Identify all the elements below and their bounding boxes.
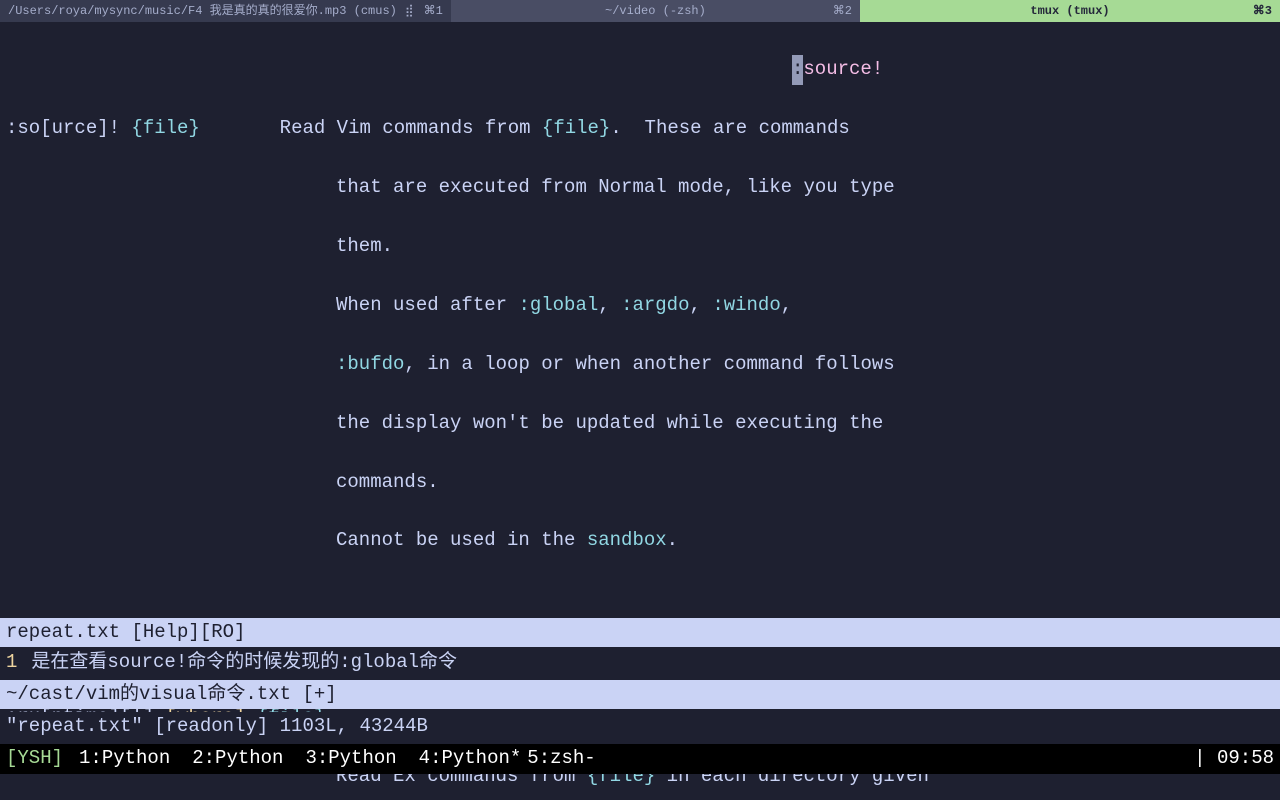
terminal-tab-3-active[interactable]: tmux (tmux) ⌘3 [860, 0, 1280, 22]
spinner-icon: ⣾ [405, 2, 414, 21]
buffer-text: 是在查看source!命令的时候发现的:global命令 [31, 651, 457, 673]
vim-message-line: "repeat.txt" [readonly] 1103L, 43244B [0, 712, 1280, 741]
terminal-tab-1[interactable]: /Users/roya/mysync/music/F4 我是真的真的很爱你.mp… [0, 0, 451, 22]
tmux-session-name: [YSH] [6, 744, 63, 773]
statusline-help-window: repeat.txt [Help][RO] [0, 618, 1280, 647]
tab-hotkey: ⌘2 [823, 2, 852, 21]
help-line: When used after :global, :argdo, :windo, [6, 291, 1274, 320]
help-line: Cannot be used in the sandbox. [6, 526, 1274, 555]
help-line: commands. [6, 468, 1274, 497]
buffer-line[interactable]: 1 是在查看source!命令的时候发现的:global命令 [0, 648, 1280, 677]
help-line: the display won't be updated while execu… [6, 409, 1274, 438]
tmux-window-4-active[interactable]: 4:Python* [419, 744, 522, 773]
tmux-window-3[interactable]: 3:Python [305, 744, 396, 773]
tab-hotkey: ⌘3 [1243, 2, 1272, 21]
statusline-main-buffer: ~/cast/vim的visual命令.txt [+] [0, 680, 1280, 709]
help-line [6, 585, 1274, 614]
tag-source-bang: source! [803, 58, 883, 80]
help-line: :source! [6, 55, 1274, 84]
line-number: 1 [6, 651, 17, 673]
tab-label: /Users/roya/mysync/music/F4 我是真的真的很爱你.mp… [8, 2, 397, 21]
help-line: that are executed from Normal mode, like… [6, 173, 1274, 202]
tab-label: ~/video (-zsh) [605, 2, 706, 21]
tmux-window-1[interactable]: 1:Python [79, 744, 170, 773]
terminal-tab-bar: /Users/roya/mysync/music/F4 我是真的真的很爱你.mp… [0, 0, 1280, 22]
help-line: them. [6, 232, 1274, 261]
tmux-window-5[interactable]: 5:zsh- [527, 744, 595, 773]
help-line: :bufdo, in a loop or when another comman… [6, 350, 1274, 379]
tmux-clock: | 09:58 [1194, 744, 1274, 773]
help-line: :so[urce]! {file} Read Vim commands from… [6, 114, 1274, 143]
tab-label: tmux (tmux) [1030, 2, 1109, 21]
terminal-tab-2[interactable]: ~/video (-zsh) ⌘2 [451, 0, 860, 22]
tab-hotkey: ⌘1 [414, 2, 443, 21]
tmux-window-2[interactable]: 2:Python [192, 744, 283, 773]
cursor: : [792, 55, 803, 84]
tmux-status-line[interactable]: [YSH] 1:Python 2:Python 3:Python 4:Pytho… [0, 744, 1280, 774]
